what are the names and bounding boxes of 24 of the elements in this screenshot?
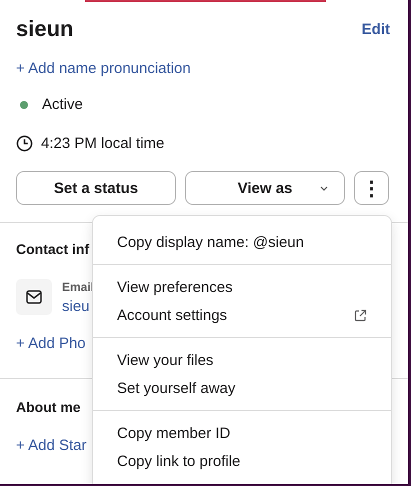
clock-icon [16, 135, 33, 152]
menu-item[interactable]: Set yourself away [93, 374, 391, 402]
email-icon [16, 279, 52, 315]
menu-item[interactable]: Account settings [93, 301, 391, 329]
caret-icon [320, 186, 328, 191]
edit-link[interactable]: Edit [362, 20, 390, 38]
more-button[interactable]: ⋮ [354, 171, 389, 205]
menu-item[interactable]: Copy link to profile [93, 447, 391, 475]
menu-item[interactable]: Copy member ID [93, 419, 391, 447]
menu-item[interactable]: Copy display name: @sieun [93, 228, 391, 256]
add-start-link[interactable]: + Add Star [16, 437, 86, 454]
set-status-button[interactable]: Set a status [16, 171, 176, 205]
local-time: 4:23 PM local time [41, 135, 164, 152]
menu-item[interactable]: View preferences [93, 273, 391, 301]
section-heading: About me [16, 399, 81, 415]
add-pronunciation-link[interactable]: + Add name pronunciation [16, 60, 191, 77]
profile-name: sieun [16, 16, 74, 42]
email-link[interactable]: sieu [62, 298, 94, 314]
add-phone-link[interactable]: + Add Pho [16, 335, 86, 352]
external-link-icon [354, 308, 367, 322]
view-as-button[interactable]: View as [185, 171, 345, 205]
section-heading: Contact inf [16, 241, 90, 257]
menu-item[interactable]: View your files [93, 346, 391, 374]
presence-status: Active [42, 96, 83, 113]
